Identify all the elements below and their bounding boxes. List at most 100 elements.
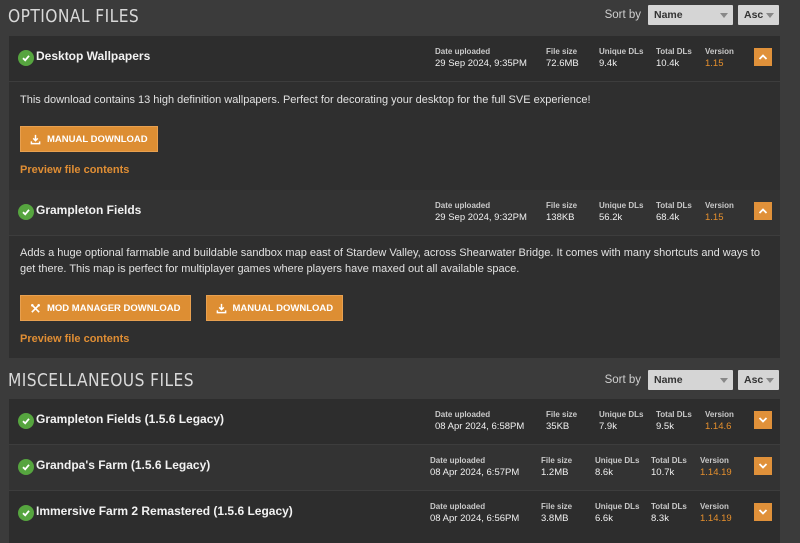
stat-value: 72.6MB <box>546 58 579 69</box>
stat-label: File size <box>546 201 578 210</box>
check-circle-icon <box>18 50 34 66</box>
stat-label: Version <box>700 456 729 465</box>
stat-label: File size <box>546 410 578 419</box>
unique-downloads: Unique DLs 6.6k <box>595 502 639 524</box>
stat-label: Version <box>705 201 734 210</box>
miscellaneous-files-list: Grampleton Fields (1.5.6 Legacy) Date up… <box>9 399 780 543</box>
file-details-desktop-wallpapers: This download contains 13 high definitio… <box>9 82 780 190</box>
date-uploaded: Date uploaded 29 Sep 2024, 9:35PM <box>435 47 527 69</box>
preview-file-contents-link[interactable]: Preview file contents <box>20 333 129 345</box>
file-header-desktop-wallpapers[interactable]: Desktop Wallpapers Date uploaded 29 Sep 2… <box>9 36 780 81</box>
stat-value: 10.7k <box>651 467 675 478</box>
file-header-grandpas-farm-legacy[interactable]: Grandpa's Farm (1.5.6 Legacy) Date uploa… <box>9 445 780 490</box>
stat-value: 3.8MB <box>541 513 569 524</box>
stat-label: Unique DLs <box>599 201 644 210</box>
file-name[interactable]: Desktop Wallpapers <box>36 49 150 63</box>
file-name[interactable]: Grampleton Fields <box>36 203 141 217</box>
stat-label: Date uploaded <box>435 47 491 56</box>
stat-value: 9.4k <box>599 58 617 69</box>
expand-button[interactable] <box>754 503 772 521</box>
chevron-up-icon <box>758 54 768 60</box>
file-name[interactable]: Grampleton Fields (1.5.6 Legacy) <box>36 412 224 426</box>
stat-label: Date uploaded <box>435 201 491 210</box>
manual-download-button[interactable]: MANUAL DOWNLOAD <box>205 295 344 321</box>
stat-value: 7.9k <box>599 421 617 432</box>
collapse-button[interactable] <box>754 48 772 66</box>
file-size: File size 35KB <box>546 410 577 432</box>
stat-value: 08 Apr 2024, 6:56PM <box>430 513 520 524</box>
collapse-button[interactable] <box>754 202 772 220</box>
sort-direction-select[interactable]: Asc <box>738 370 779 390</box>
chevron-down-icon <box>758 417 768 423</box>
version: Version 1.15 <box>705 47 734 69</box>
date-uploaded: Date uploaded 08 Apr 2024, 6:56PM <box>430 502 519 524</box>
mod-manager-download-button[interactable]: MOD MANAGER DOWNLOAD <box>20 295 191 321</box>
stat-value: 8.6k <box>595 467 613 478</box>
sort-label: Sort by <box>604 374 641 386</box>
chevron-down-icon <box>758 509 768 515</box>
chevron-down-icon <box>720 377 728 383</box>
expand-button[interactable] <box>754 411 772 429</box>
manual-download-button[interactable]: MANUAL DOWNLOAD <box>20 126 158 152</box>
stat-label: Version <box>705 47 734 56</box>
unique-downloads: Unique DLs 8.6k <box>595 456 639 478</box>
chevron-down-icon <box>766 377 774 383</box>
stat-value: 29 Sep 2024, 9:32PM <box>435 212 527 223</box>
preview-file-contents-link[interactable]: Preview file contents <box>20 164 129 176</box>
stat-value: 1.14.19 <box>700 513 732 524</box>
stat-label: File size <box>546 47 578 56</box>
sort-direction-value: Asc <box>744 374 764 386</box>
sort-field-value: Name <box>654 9 683 21</box>
file-size: File size 1.2MB <box>541 456 572 478</box>
total-downloads: Total DLs 9.5k <box>656 410 692 432</box>
download-icon <box>216 303 226 313</box>
sort-field-select[interactable]: Name <box>648 5 733 25</box>
stat-value: 10.4k <box>656 58 680 69</box>
stat-value: 1.14.6 <box>705 421 732 432</box>
version: Version 1.14.6 <box>705 410 734 432</box>
button-label: MANUAL DOWNLOAD <box>47 133 148 145</box>
version: Version 1.14.19 <box>700 502 732 524</box>
stat-label: Unique DLs <box>599 47 644 56</box>
stat-value: 29 Sep 2024, 9:35PM <box>435 58 527 69</box>
stat-label: Date uploaded <box>435 410 491 419</box>
stat-value: 08 Apr 2024, 6:58PM <box>435 421 525 432</box>
stat-label: Total DLs <box>651 456 687 465</box>
stat-label: Date uploaded <box>430 456 486 465</box>
stat-label: Total DLs <box>651 502 687 511</box>
file-name[interactable]: Grandpa's Farm (1.5.6 Legacy) <box>36 458 210 472</box>
chevron-down-icon <box>766 12 774 18</box>
file-size: File size 3.8MB <box>541 502 572 524</box>
stat-label: Version <box>705 410 734 419</box>
stat-value: 9.5k <box>656 421 674 432</box>
version: Version 1.14.19 <box>700 456 732 478</box>
sort-field-select[interactable]: Name <box>648 370 733 390</box>
stat-value: 56.2k <box>599 212 623 223</box>
version: Version 1.15 <box>705 201 734 223</box>
sort-field-value: Name <box>654 374 683 386</box>
stat-label: Unique DLs <box>595 456 640 465</box>
check-circle-icon <box>18 505 34 521</box>
stat-label: Total DLs <box>656 410 692 419</box>
check-circle-icon <box>18 413 34 429</box>
file-header-grampleton-fields-legacy[interactable]: Grampleton Fields (1.5.6 Legacy) Date up… <box>9 399 780 444</box>
total-downloads: Total DLs 68.4k <box>656 201 692 223</box>
stat-value: 8.3k <box>651 513 669 524</box>
file-description: Adds a huge optional farmable and builda… <box>20 247 761 275</box>
button-label: MANUAL DOWNLOAD <box>232 302 334 314</box>
file-header-immersive-farm-2-legacy[interactable]: Immersive Farm 2 Remastered (1.5.6 Legac… <box>9 491 780 536</box>
file-details-grampleton-fields: Adds a huge optional farmable and builda… <box>9 236 780 358</box>
optional-files-heading: OPTIONAL FILES <box>8 6 140 27</box>
file-header-grampleton-fields[interactable]: Grampleton Fields Date uploaded 29 Sep 20… <box>9 190 780 235</box>
stat-value: 1.15 <box>705 212 724 223</box>
expand-button[interactable] <box>754 457 772 475</box>
file-name[interactable]: Immersive Farm 2 Remastered (1.5.6 Legac… <box>36 504 293 518</box>
sort-direction-select[interactable]: Asc <box>738 5 779 25</box>
file-size: File size 72.6MB <box>546 47 579 69</box>
chevron-down-icon <box>720 12 728 18</box>
stat-value: 68.4k <box>656 212 680 223</box>
miscellaneous-files-heading: MISCELLANEOUS FILES <box>8 370 195 391</box>
download-icon <box>30 134 41 144</box>
date-uploaded: Date uploaded 29 Sep 2024, 9:32PM <box>435 201 527 223</box>
sort-direction-value: Asc <box>744 9 764 21</box>
